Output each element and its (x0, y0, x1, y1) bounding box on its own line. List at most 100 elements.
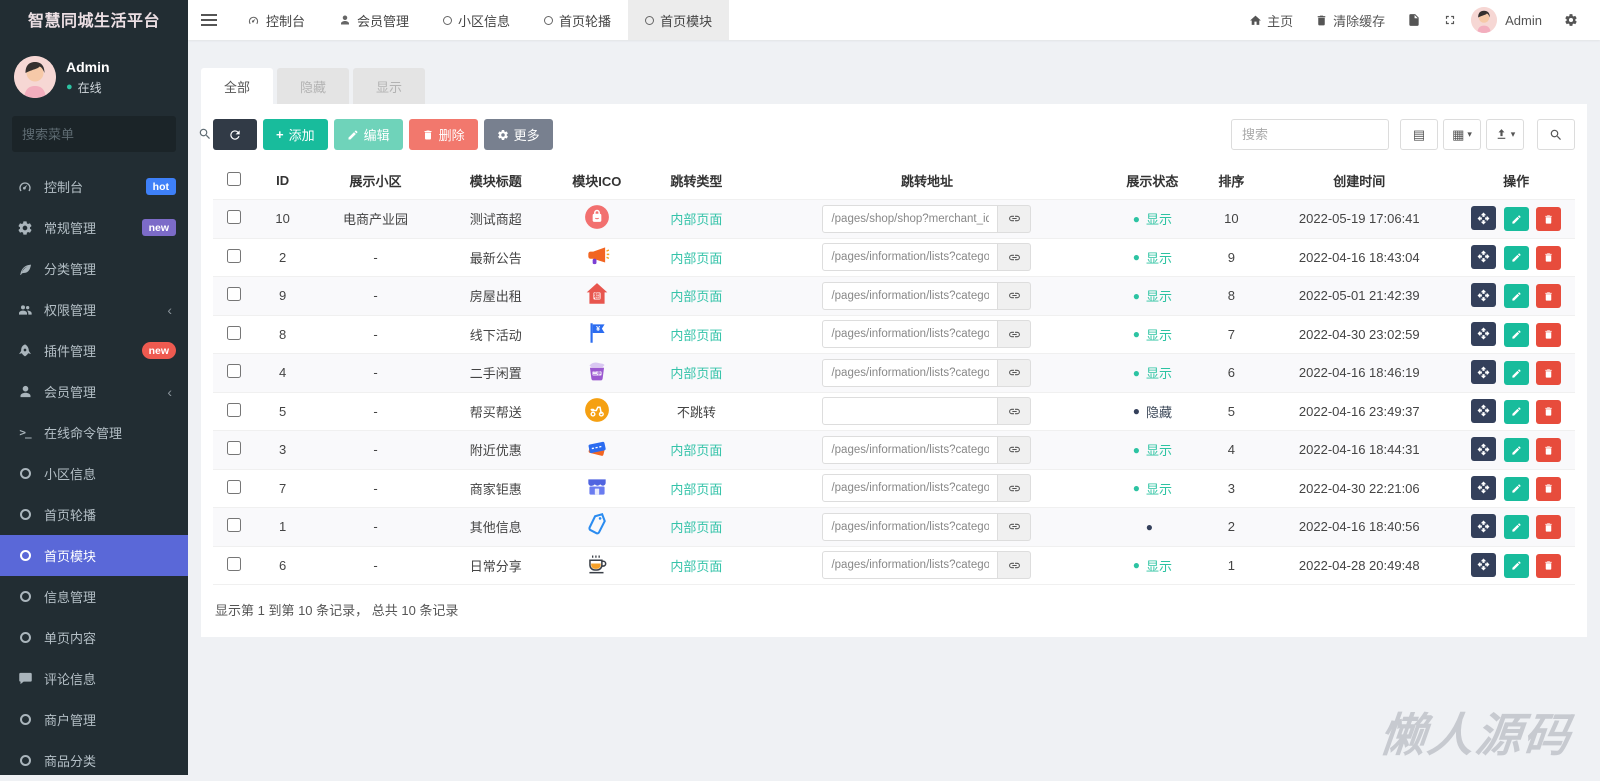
navtab-member[interactable]: 会员管理 (322, 0, 426, 40)
status-badge[interactable]: ●显示 (1133, 286, 1172, 305)
export-button[interactable]: ▾ (1486, 119, 1524, 150)
navtab-banner[interactable]: 首页轮播 (527, 0, 628, 40)
col-community[interactable]: 展示小区 (311, 163, 440, 200)
filter-tab-hidden[interactable]: 隐藏 (277, 68, 349, 104)
status-badge[interactable]: ●显示 (1133, 325, 1172, 344)
link-icon[interactable] (998, 205, 1031, 233)
add-button[interactable]: +添加 (263, 119, 328, 150)
row-delete-button[interactable] (1536, 207, 1561, 231)
row-checkbox[interactable] (227, 326, 241, 340)
navbar-user-name[interactable]: Admin (1501, 0, 1552, 40)
link-icon[interactable] (998, 551, 1031, 579)
row-checkbox[interactable] (227, 557, 241, 571)
row-edit-button[interactable] (1504, 400, 1529, 424)
sidebar-item-banner[interactable]: 首页轮播 (0, 494, 188, 535)
row-delete-button[interactable] (1536, 438, 1561, 462)
navbar-avatar[interactable] (1469, 0, 1499, 40)
row-edit-button[interactable] (1504, 207, 1529, 231)
sidebar-item-home-module[interactable]: 首页模块 (0, 535, 188, 576)
filter-tab-all[interactable]: 全部 (201, 68, 273, 104)
filter-tab-visible[interactable]: 显示 (353, 68, 425, 104)
row-checkbox[interactable] (227, 480, 241, 494)
col-jump-type[interactable]: 跳转类型 (642, 163, 750, 200)
home-button[interactable]: 主页 (1239, 0, 1303, 40)
row-checkbox[interactable] (227, 364, 241, 378)
row-edit-button[interactable] (1504, 284, 1529, 308)
sidebar-item-page[interactable]: 单页内容 (0, 617, 188, 658)
row-edit-button[interactable] (1504, 323, 1529, 347)
drag-button[interactable] (1471, 437, 1496, 461)
edit-button[interactable]: 编辑 (334, 119, 403, 150)
drag-button[interactable] (1471, 476, 1496, 500)
sidebar-item-auth[interactable]: 权限管理 ‹ (0, 289, 188, 330)
settings-gear-icon[interactable] (1554, 0, 1588, 40)
link-icon[interactable] (998, 513, 1031, 541)
clear-cache-button[interactable]: 清除缓存 (1305, 0, 1395, 40)
status-badge[interactable]: ● (1146, 520, 1159, 534)
hamburger-icon[interactable] (188, 13, 230, 27)
link-icon[interactable] (998, 474, 1031, 502)
row-delete-button[interactable] (1536, 477, 1561, 501)
row-checkbox[interactable] (227, 249, 241, 263)
col-title[interactable]: 模块标题 (440, 163, 551, 200)
jump-url-input[interactable] (822, 474, 998, 502)
row-checkbox[interactable] (227, 210, 241, 224)
row-edit-button[interactable] (1504, 554, 1529, 578)
drag-button[interactable] (1471, 360, 1496, 384)
status-badge[interactable]: ●显示 (1133, 363, 1172, 382)
refresh-button[interactable] (213, 119, 257, 150)
sidebar-item-dashboard[interactable]: 控制台 hot (0, 166, 188, 207)
status-badge[interactable]: ●显示 (1133, 209, 1172, 228)
drag-button[interactable] (1471, 245, 1496, 269)
sidebar-item-member[interactable]: 会员管理 ‹ (0, 371, 188, 412)
table-search-input[interactable] (1231, 119, 1389, 150)
row-edit-button[interactable] (1504, 515, 1529, 539)
sidebar-item-comment[interactable]: 评论信息 (0, 658, 188, 699)
delete-button[interactable]: 删除 (409, 119, 478, 150)
row-delete-button[interactable] (1536, 515, 1561, 539)
sidebar-item-command[interactable]: >_ 在线命令管理 (0, 412, 188, 453)
row-delete-button[interactable] (1536, 400, 1561, 424)
link-icon[interactable] (998, 359, 1031, 387)
jump-url-input[interactable] (822, 397, 998, 425)
sidebar-item-addon[interactable]: 插件管理 new (0, 330, 188, 371)
row-edit-button[interactable] (1504, 477, 1529, 501)
sidebar-item-merchant[interactable]: 商户管理 (0, 699, 188, 740)
status-badge[interactable]: ●显示 (1133, 479, 1172, 498)
link-icon[interactable] (998, 397, 1031, 425)
navtab-home-module[interactable]: 首页模块 (628, 0, 729, 40)
jump-url-input[interactable] (822, 359, 998, 387)
col-jump-url[interactable]: 跳转地址 (751, 163, 1104, 200)
sidebar-search-input[interactable] (22, 127, 198, 142)
row-delete-button[interactable] (1536, 323, 1561, 347)
jump-url-input[interactable] (822, 282, 998, 310)
drag-button[interactable] (1471, 322, 1496, 346)
jump-url-input[interactable] (822, 205, 998, 233)
drag-button[interactable] (1471, 206, 1496, 230)
row-edit-button[interactable] (1504, 246, 1529, 270)
sidebar-search[interactable] (12, 116, 176, 152)
sidebar-item-information[interactable]: 信息管理 (0, 576, 188, 617)
sidebar-item-general[interactable]: 常规管理 new (0, 207, 188, 248)
row-checkbox[interactable] (227, 403, 241, 417)
jump-url-input[interactable] (822, 436, 998, 464)
drag-button[interactable] (1471, 514, 1496, 538)
columns-button[interactable]: ▦▾ (1443, 119, 1481, 150)
sidebar-item-community[interactable]: 小区信息 (0, 453, 188, 494)
navtab-dashboard[interactable]: 控制台 (230, 0, 322, 40)
jump-url-input[interactable] (822, 243, 998, 271)
col-sort[interactable]: 排序 (1201, 163, 1261, 200)
row-delete-button[interactable] (1536, 554, 1561, 578)
link-icon[interactable] (998, 436, 1031, 464)
row-edit-button[interactable] (1504, 438, 1529, 462)
sidebar-item-category[interactable]: 分类管理 (0, 248, 188, 289)
row-edit-button[interactable] (1504, 361, 1529, 385)
status-badge[interactable]: ●隐藏 (1133, 402, 1172, 421)
select-all-checkbox[interactable] (227, 172, 241, 186)
row-delete-button[interactable] (1536, 246, 1561, 270)
language-icon[interactable] (1397, 0, 1431, 40)
jump-url-input[interactable] (822, 320, 998, 348)
row-delete-button[interactable] (1536, 284, 1561, 308)
navtab-community[interactable]: 小区信息 (426, 0, 527, 40)
drag-button[interactable] (1471, 553, 1496, 577)
